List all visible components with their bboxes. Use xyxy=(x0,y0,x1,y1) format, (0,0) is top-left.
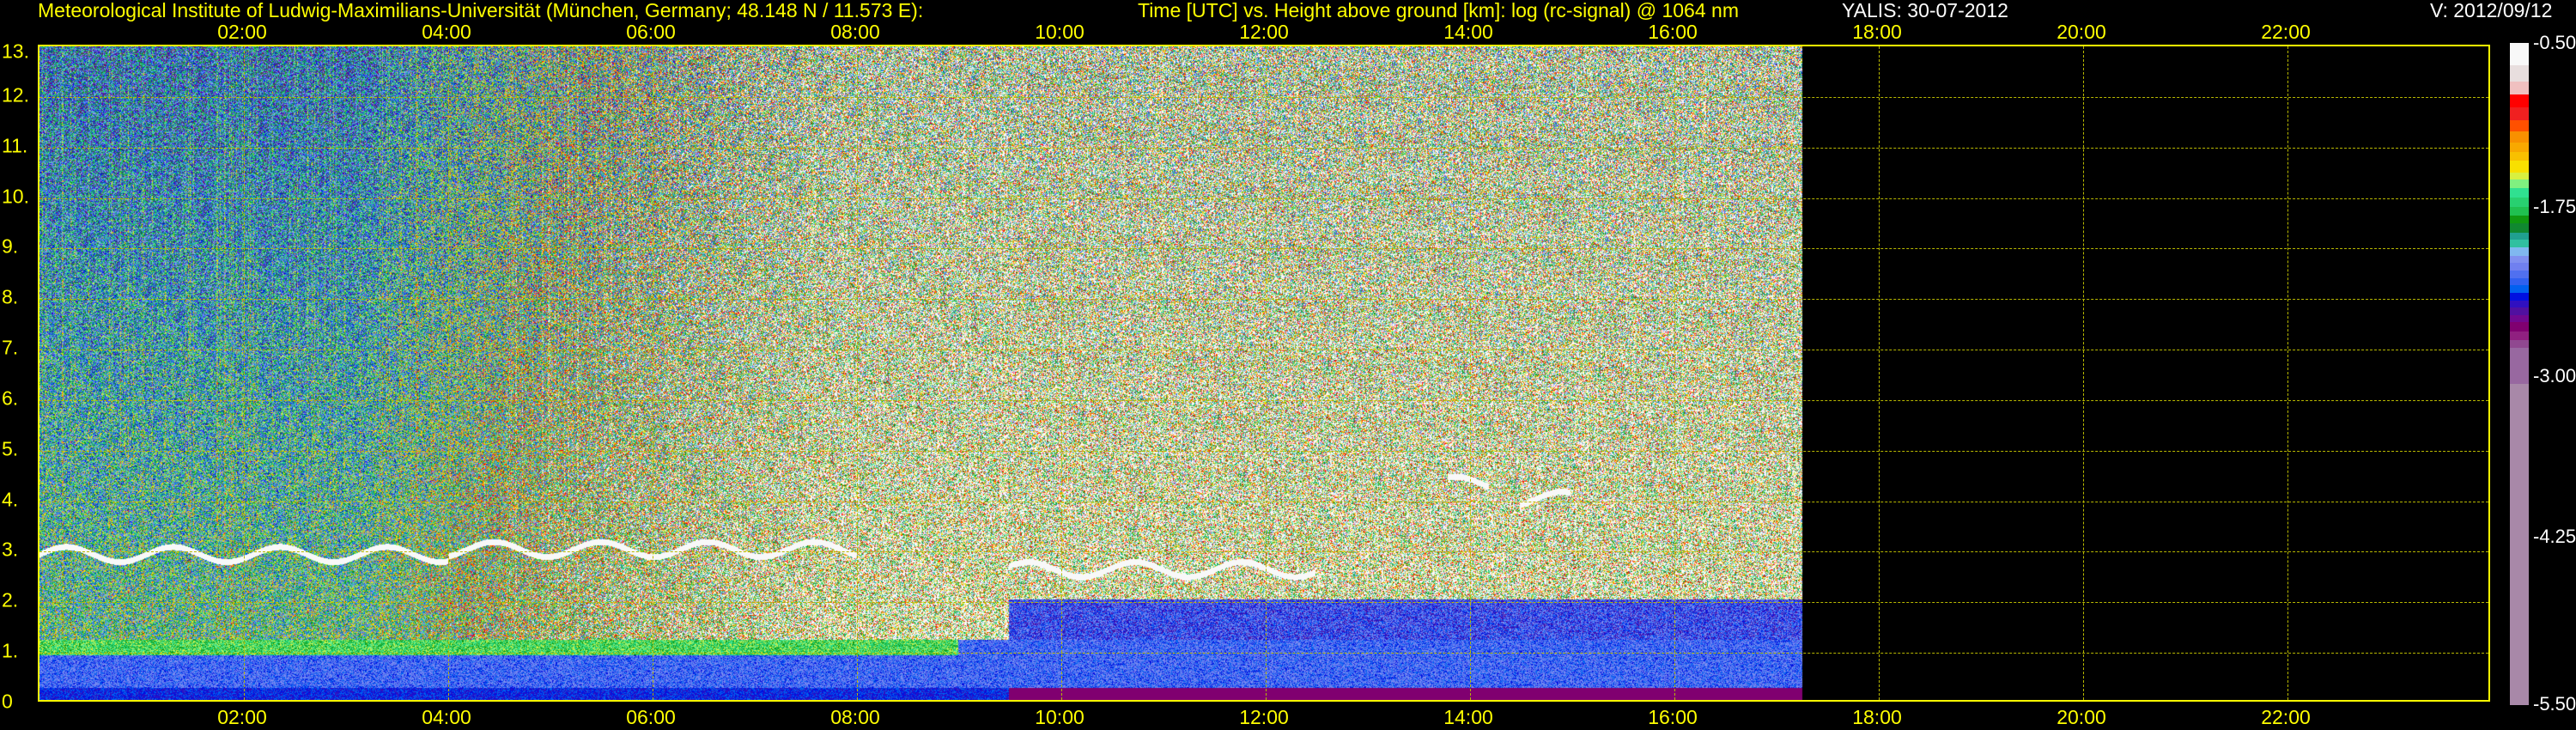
y-tick-label: 9. xyxy=(2,234,19,258)
x-tick-label-bottom: 06:00 xyxy=(626,706,676,728)
x-tick-label-top: 14:00 xyxy=(1443,21,1493,43)
colorbar-segment xyxy=(2510,120,2529,132)
colorbar-segment xyxy=(2510,94,2529,108)
x-tick-label-bottom: 10:00 xyxy=(1035,706,1084,728)
x-tick-label-bottom: 22:00 xyxy=(2261,706,2311,728)
x-tick-label-bottom: 18:00 xyxy=(1852,706,1902,728)
x-tick-label-top: 08:00 xyxy=(830,21,880,43)
x-tick-label-bottom: 12:00 xyxy=(1239,706,1289,728)
grid-line-horizontal xyxy=(39,198,2488,199)
x-tick-label-bottom: 16:00 xyxy=(1648,706,1698,728)
colorbar-segment xyxy=(2510,131,2529,144)
y-tick-label: 3. xyxy=(2,538,19,561)
instrument-date: YALIS: 30-07-2012 xyxy=(1842,0,2008,21)
grid-line-horizontal xyxy=(39,399,2488,401)
x-tick-label-bottom: 14:00 xyxy=(1443,706,1493,728)
colorbar-segment xyxy=(2510,161,2529,173)
x-tick-label-top: 20:00 xyxy=(2057,21,2106,43)
colorbar-tick-label: -4.25 xyxy=(2533,525,2576,547)
grid-line-horizontal xyxy=(39,147,2488,149)
x-tick-label-top: 12:00 xyxy=(1239,21,1289,43)
x-tick-label-top: 22:00 xyxy=(2261,21,2311,43)
colorbar-tick-label: -0.50 xyxy=(2533,32,2576,53)
y-tick-label: 12. xyxy=(2,83,29,106)
colorbar-tick-label: -3.00 xyxy=(2533,364,2576,386)
x-tick-label-top: 16:00 xyxy=(1648,21,1698,43)
grid-line-horizontal xyxy=(39,602,2488,604)
x-tick-label-top: 04:00 xyxy=(422,21,471,43)
x-tick-label-top: 10:00 xyxy=(1035,21,1084,43)
y-tick-label: 6. xyxy=(2,386,19,410)
colorbar-tick-label: -1.75 xyxy=(2533,196,2576,218)
x-tick-label-top: 18:00 xyxy=(1852,21,1902,43)
y-tick-label: 1. xyxy=(2,639,19,662)
grid-line-horizontal xyxy=(39,299,2488,301)
grid-line-horizontal xyxy=(39,450,2488,452)
colorbar-segment xyxy=(2510,43,2529,67)
x-tick-label-bottom: 08:00 xyxy=(830,706,880,728)
version-label: V: 2012/09/12 xyxy=(2430,0,2553,21)
y-tick-label: 8. xyxy=(2,285,19,308)
colorbar-tick-label: -5.50 xyxy=(2533,693,2576,715)
grid-line-horizontal xyxy=(39,96,2488,98)
colorbar-segment xyxy=(2510,65,2529,82)
institute-label: Meteorological Institute of Ludwig-Maxim… xyxy=(38,0,924,21)
y-tick-label: 11. xyxy=(2,134,28,157)
x-tick-label-bottom: 02:00 xyxy=(217,706,267,728)
y-tick-label: 7. xyxy=(2,336,19,359)
x-tick-label-bottom: 20:00 xyxy=(2057,706,2106,728)
x-tick-label-top: 06:00 xyxy=(626,21,676,43)
grid-line-horizontal xyxy=(39,653,2488,654)
colorbar xyxy=(2510,43,2529,705)
y-tick-label: 13. xyxy=(2,40,29,63)
grid-line-horizontal xyxy=(39,248,2488,250)
plot-title: Time [UTC] vs. Height above ground [km]:… xyxy=(1138,0,1739,21)
y-tick-label: 5. xyxy=(2,437,19,460)
colorbar-segment xyxy=(2510,384,2529,705)
lidar-heatmap-plot xyxy=(38,45,2490,702)
x-tick-label-bottom: 04:00 xyxy=(422,706,471,728)
y-tick-label: 0 xyxy=(2,690,13,713)
y-tick-label: 10. xyxy=(2,185,29,208)
grid-line-horizontal xyxy=(39,551,2488,553)
colorbar-segment xyxy=(2510,82,2529,96)
colorbar-segment xyxy=(2510,106,2529,121)
x-tick-label-top: 02:00 xyxy=(217,21,267,43)
colorbar-segment xyxy=(2510,348,2529,386)
y-tick-label: 4. xyxy=(2,488,19,511)
y-tick-label: 2. xyxy=(2,588,19,611)
